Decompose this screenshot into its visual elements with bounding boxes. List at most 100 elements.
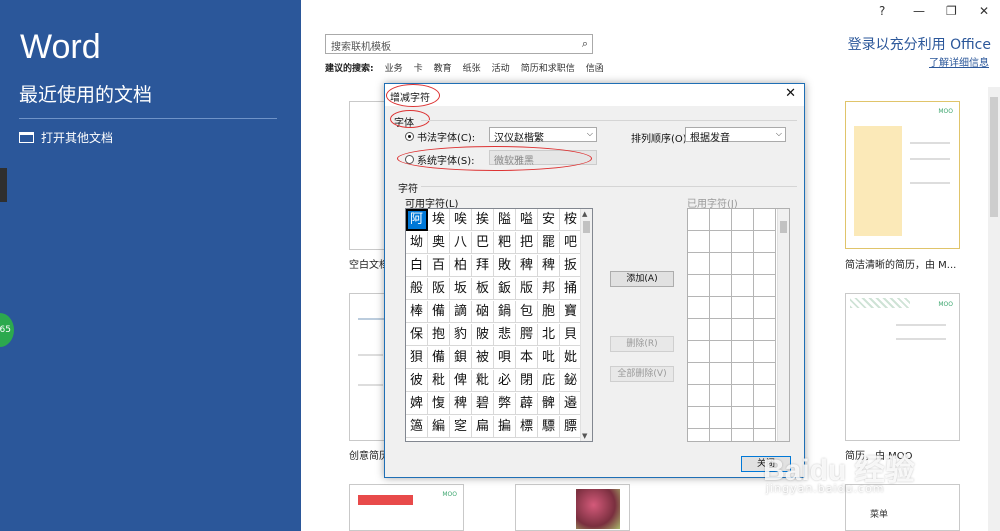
- used-char-cell[interactable]: [754, 297, 776, 319]
- scrollbar-thumb[interactable]: [780, 221, 787, 233]
- resume-template-thumbnail[interactable]: MOO: [845, 101, 960, 249]
- char-cell[interactable]: 庇: [538, 370, 560, 392]
- char-cell[interactable]: 隘: [494, 209, 516, 231]
- used-char-cell[interactable]: [688, 429, 710, 441]
- char-cell[interactable]: 唄: [494, 347, 516, 369]
- used-char-cell[interactable]: [732, 275, 754, 297]
- char-cell[interactable]: 弊: [494, 393, 516, 415]
- used-char-cell[interactable]: [688, 385, 710, 407]
- char-cell[interactable]: 鍋: [494, 301, 516, 323]
- used-char-cell[interactable]: [688, 319, 710, 341]
- char-cell[interactable]: 八: [450, 232, 472, 254]
- char-cell[interactable]: 髀: [538, 393, 560, 415]
- used-char-cell[interactable]: [732, 385, 754, 407]
- used-char-cell[interactable]: [732, 231, 754, 253]
- char-cell[interactable]: 稗: [516, 255, 538, 277]
- char-cell[interactable]: 邉: [560, 393, 582, 415]
- minimize-button[interactable]: —: [913, 4, 925, 18]
- char-cell[interactable]: 板: [472, 278, 494, 300]
- used-char-cell[interactable]: [754, 209, 776, 231]
- gallery-scrollbar[interactable]: [988, 87, 1000, 531]
- used-char-cell[interactable]: [710, 231, 732, 253]
- char-cell[interactable]: 吡: [538, 347, 560, 369]
- used-char-cell[interactable]: [710, 297, 732, 319]
- char-cell[interactable]: 般: [406, 278, 428, 300]
- char-cell[interactable]: 備: [428, 347, 450, 369]
- add-button[interactable]: 添加(A): [610, 271, 674, 287]
- char-cell[interactable]: 包: [516, 301, 538, 323]
- used-char-cell[interactable]: [710, 341, 732, 363]
- char-cell[interactable]: 悲: [494, 324, 516, 346]
- learn-more-link[interactable]: 了解详细信息: [929, 54, 989, 69]
- used-char-cell[interactable]: [710, 253, 732, 275]
- char-cell[interactable]: 彼: [406, 370, 428, 392]
- remove-button[interactable]: 删除(R): [610, 336, 674, 352]
- scroll-up-icon[interactable]: ▲: [582, 210, 587, 218]
- char-cell[interactable]: 本: [516, 347, 538, 369]
- char-cell[interactable]: 胞: [538, 301, 560, 323]
- char-cell[interactable]: 扁: [472, 416, 494, 438]
- grid-scrollbar[interactable]: ▲ ▼: [580, 209, 592, 441]
- radio-selected[interactable]: [405, 132, 414, 141]
- char-cell[interactable]: 棒: [406, 301, 428, 323]
- suggested-link[interactable]: 简历和求职信: [521, 61, 575, 74]
- char-cell[interactable]: 粑: [494, 232, 516, 254]
- used-char-cell[interactable]: [688, 341, 710, 363]
- char-cell[interactable]: 邦: [538, 278, 560, 300]
- char-cell[interactable]: 鉍: [560, 370, 582, 392]
- used-char-cell[interactable]: [732, 341, 754, 363]
- char-cell[interactable]: 北: [538, 324, 560, 346]
- used-char-cell[interactable]: [710, 429, 732, 441]
- char-cell[interactable]: 稗: [538, 255, 560, 277]
- open-other-documents-link[interactable]: 打开其他文档: [19, 129, 113, 146]
- char-cell[interactable]: 粃: [472, 370, 494, 392]
- scroll-down-icon[interactable]: ▼: [582, 432, 587, 440]
- suggested-link[interactable]: 信函: [586, 61, 604, 74]
- used-char-cell[interactable]: [710, 407, 732, 429]
- search-icon[interactable]: ⌕: [582, 37, 588, 51]
- close-window-button[interactable]: ✕: [979, 4, 989, 18]
- char-cell[interactable]: 俾: [450, 370, 472, 392]
- char-cell[interactable]: 奥: [428, 232, 450, 254]
- char-cell[interactable]: 抱: [428, 324, 450, 346]
- calligraphy-font-option[interactable]: 书法字体(C):: [405, 129, 475, 144]
- used-char-cell[interactable]: [754, 319, 776, 341]
- char-cell[interactable]: 被: [472, 347, 494, 369]
- char-cell[interactable]: 安: [538, 209, 560, 231]
- help-button[interactable]: ?: [879, 4, 885, 18]
- char-cell[interactable]: 坳: [406, 232, 428, 254]
- char-cell[interactable]: 嗌: [516, 209, 538, 231]
- dialog-close-icon[interactable]: ✕: [785, 86, 796, 101]
- char-cell[interactable]: 挨: [472, 209, 494, 231]
- remove-all-button[interactable]: 全部删除(V): [610, 366, 674, 382]
- char-cell[interactable]: 謫: [450, 301, 472, 323]
- used-char-cell[interactable]: [732, 253, 754, 275]
- used-chars-grid[interactable]: [687, 208, 790, 442]
- edge-handle[interactable]: [0, 168, 7, 202]
- char-cell[interactable]: 婢: [406, 393, 428, 415]
- char-cell[interactable]: 秕: [428, 370, 450, 392]
- scrollbar-thumb[interactable]: [990, 97, 998, 217]
- used-char-cell[interactable]: [732, 363, 754, 385]
- char-cell[interactable]: 唉: [450, 209, 472, 231]
- used-char-cell[interactable]: [710, 209, 732, 231]
- char-cell[interactable]: 硇: [472, 301, 494, 323]
- char-cell[interactable]: 柏: [450, 255, 472, 277]
- used-char-cell[interactable]: [754, 385, 776, 407]
- used-char-cell[interactable]: [754, 341, 776, 363]
- used-char-cell[interactable]: [732, 297, 754, 319]
- used-char-cell[interactable]: [732, 209, 754, 231]
- char-cell[interactable]: 把: [516, 232, 538, 254]
- suggested-link[interactable]: 教育: [434, 61, 452, 74]
- char-cell[interactable]: 坂: [450, 278, 472, 300]
- char-cell[interactable]: 埃: [428, 209, 450, 231]
- char-cell[interactable]: 陂: [472, 324, 494, 346]
- moo-resume-thumbnail[interactable]: MOO: [845, 293, 960, 441]
- char-cell[interactable]: 窆: [450, 416, 472, 438]
- used-char-cell[interactable]: [732, 429, 754, 441]
- char-cell[interactable]: 拜: [472, 255, 494, 277]
- signin-link[interactable]: 登录以充分利用 Office: [848, 34, 991, 54]
- char-cell[interactable]: 白: [406, 255, 428, 277]
- char-cell[interactable]: 阪: [428, 278, 450, 300]
- char-cell[interactable]: 貝: [560, 324, 582, 346]
